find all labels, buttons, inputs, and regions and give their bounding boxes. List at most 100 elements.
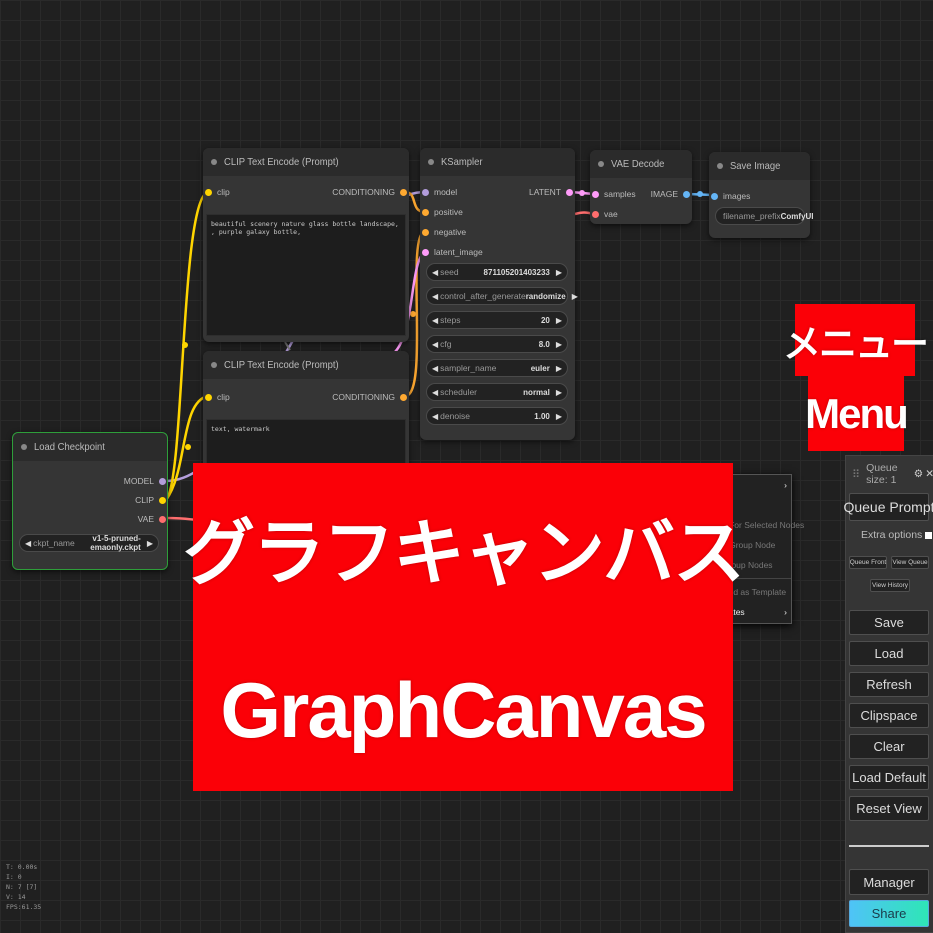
save-image-node[interactable]: Save Image images filename_prefix ComfyUI	[709, 152, 814, 238]
slot-dot-icon[interactable]	[592, 210, 599, 218]
extra-options-checkbox[interactable]	[925, 531, 933, 539]
decrement-arrow-icon[interactable]: ◀	[25, 539, 31, 548]
collapse-dot-icon[interactable]	[428, 159, 434, 165]
increment-arrow-icon[interactable]: ▶	[556, 340, 562, 349]
decrement-arrow-icon[interactable]: ◀	[432, 268, 438, 277]
increment-arrow-icon[interactable]: ▶	[147, 539, 153, 548]
graph-canvas[interactable]: CLIP Text Encode (Prompt) clip CONDITION…	[0, 0, 933, 933]
slot-dot-icon[interactable]	[159, 477, 166, 485]
save-button[interactable]: Save	[849, 610, 929, 635]
input-slot-samples[interactable]: samples	[592, 189, 636, 199]
share-button[interactable]: Share	[849, 900, 929, 927]
widget-denoise[interactable]: ◀ denoise 1.00 ▶	[426, 407, 568, 425]
clip-text-encode-node-positive[interactable]: CLIP Text Encode (Prompt) clip CONDITION…	[203, 148, 409, 342]
input-slot-clip[interactable]: clip	[205, 187, 230, 197]
decrement-arrow-icon[interactable]: ◀	[432, 292, 438, 301]
slot-dot-icon[interactable]	[566, 188, 573, 196]
increment-arrow-icon[interactable]: ▶	[556, 364, 562, 373]
refresh-button[interactable]: Refresh	[849, 672, 929, 697]
gear-icon[interactable]: ⚙	[914, 468, 923, 480]
extra-options-toggle[interactable]: Extra options	[861, 529, 933, 541]
increment-arrow-icon[interactable]: ▶	[556, 388, 562, 397]
slot-dot-icon[interactable]	[422, 228, 429, 236]
widget-sampler-name[interactable]: ◀ sampler_name euler ▶	[426, 359, 568, 377]
output-slot-conditioning[interactable]: CONDITIONING	[332, 187, 407, 197]
output-slot-vae[interactable]: VAE	[138, 514, 166, 524]
increment-arrow-icon[interactable]: ▶	[556, 412, 562, 421]
input-slot-positive[interactable]: positive	[422, 207, 463, 217]
increment-arrow-icon[interactable]: ▶	[556, 316, 562, 325]
queue-front-button[interactable]: Queue Front	[849, 556, 887, 569]
input-slot-images[interactable]: images	[711, 191, 750, 201]
drag-handle-icon[interactable]: ⠿	[852, 468, 860, 481]
widget-control-after-generate[interactable]: ◀ control_after_generate randomize ▶	[426, 287, 578, 305]
slot-dot-icon[interactable]	[400, 188, 407, 196]
collapse-dot-icon[interactable]	[598, 161, 604, 167]
node-title-bar[interactable]: Save Image	[709, 152, 810, 180]
node-title-bar[interactable]: CLIP Text Encode (Prompt)	[203, 148, 409, 176]
prompt-textarea[interactable]: beautiful scenery nature glass bottle la…	[206, 214, 406, 336]
decrement-arrow-icon[interactable]: ◀	[432, 412, 438, 421]
output-slot-clip[interactable]: CLIP	[135, 495, 166, 505]
reset-view-button[interactable]: Reset View	[849, 796, 929, 821]
input-slot-vae[interactable]: vae	[592, 209, 618, 219]
manager-button[interactable]: Manager	[849, 869, 929, 895]
input-slot-clip[interactable]: clip	[205, 392, 230, 402]
node-title-bar[interactable]: KSampler	[420, 148, 575, 176]
vae-decode-node[interactable]: VAE Decode samples vae IMAGE	[590, 150, 692, 224]
widget-ckpt-name[interactable]: ◀ ckpt_name v1-5-pruned-emaonly.ckpt ▶	[19, 534, 159, 552]
input-slot-model[interactable]: model	[422, 187, 457, 197]
input-slot-negative[interactable]: negative	[422, 227, 466, 237]
input-slot-latent-image[interactable]: latent_image	[422, 247, 483, 257]
slot-dot-icon[interactable]	[159, 496, 166, 504]
clear-button[interactable]: Clear	[849, 734, 929, 759]
annotation-menu-jp: メニュー	[783, 304, 929, 376]
slot-dot-icon[interactable]	[592, 190, 599, 198]
slot-dot-icon[interactable]	[400, 393, 407, 401]
clipspace-button[interactable]: Clipspace	[849, 703, 929, 728]
widget-filename-prefix[interactable]: filename_prefix ComfyUI	[715, 207, 814, 225]
queue-size-label: Queue size: 1	[866, 462, 898, 486]
stat-fps: FPS:61.35	[6, 903, 42, 911]
view-history-button[interactable]: View History	[870, 579, 910, 592]
slot-dot-icon[interactable]	[422, 248, 429, 256]
queue-prompt-button[interactable]: Queue Prompt	[843, 493, 933, 521]
decrement-arrow-icon[interactable]: ◀	[432, 364, 438, 373]
clip-text-encode-node-negative[interactable]: CLIP Text Encode (Prompt) clip CONDITION…	[203, 351, 409, 471]
slot-dot-icon[interactable]	[205, 188, 212, 196]
output-slot-image[interactable]: IMAGE	[651, 189, 690, 199]
collapse-dot-icon[interactable]	[21, 444, 27, 450]
node-title-bar[interactable]: VAE Decode	[590, 150, 692, 178]
load-checkpoint-node[interactable]: Load Checkpoint MODEL CLIP VAE ◀ ckpt_nam…	[12, 432, 168, 570]
output-slot-model[interactable]: MODEL	[124, 476, 166, 486]
decrement-arrow-icon[interactable]: ◀	[432, 388, 438, 397]
decrement-arrow-icon[interactable]: ◀	[432, 340, 438, 349]
slot-dot-icon[interactable]	[711, 192, 718, 200]
widget-steps[interactable]: ◀ steps 20 ▶	[426, 311, 568, 329]
collapse-dot-icon[interactable]	[717, 163, 723, 169]
widget-scheduler[interactable]: ◀ scheduler normal ▶	[426, 383, 568, 401]
slot-dot-icon[interactable]	[422, 188, 429, 196]
slot-dot-icon[interactable]	[683, 190, 690, 198]
collapse-dot-icon[interactable]	[211, 362, 217, 368]
output-slot-conditioning[interactable]: CONDITIONING	[332, 392, 407, 402]
increment-arrow-icon[interactable]: ▶	[556, 268, 562, 277]
load-default-button[interactable]: Load Default	[849, 765, 929, 790]
ksampler-node[interactable]: KSampler model positive negative latent_…	[420, 148, 578, 440]
load-button[interactable]: Load	[849, 641, 929, 666]
close-icon[interactable]: ✕	[925, 468, 933, 480]
view-queue-button[interactable]: View Queue	[891, 556, 929, 569]
increment-arrow-icon[interactable]: ▶	[572, 292, 578, 301]
widget-seed[interactable]: ◀ seed 871105201403233 ▶	[426, 263, 568, 281]
output-slot-latent[interactable]: LATENT	[529, 187, 573, 197]
slot-dot-icon[interactable]	[205, 393, 212, 401]
widget-cfg[interactable]: ◀ cfg 8.0 ▶	[426, 335, 568, 353]
node-title-bar[interactable]: CLIP Text Encode (Prompt)	[203, 351, 409, 379]
slot-dot-icon[interactable]	[422, 208, 429, 216]
widget-label: seed	[440, 267, 459, 277]
collapse-dot-icon[interactable]	[211, 159, 217, 165]
node-title-bar[interactable]: Load Checkpoint	[13, 433, 167, 461]
slot-dot-icon[interactable]	[159, 515, 166, 523]
slot-label: LATENT	[529, 187, 561, 197]
decrement-arrow-icon[interactable]: ◀	[432, 316, 438, 325]
